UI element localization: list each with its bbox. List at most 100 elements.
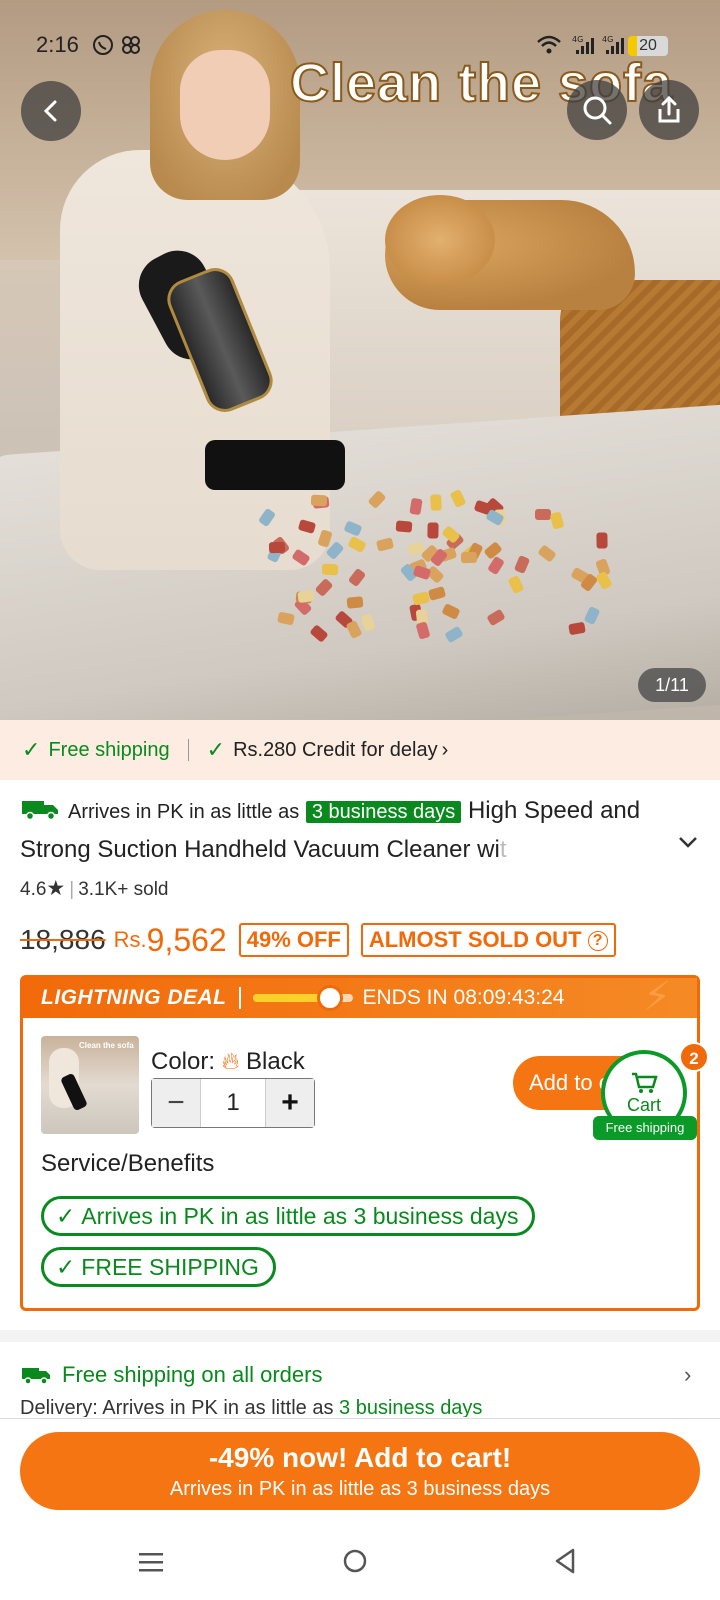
image-crumb	[426, 522, 439, 539]
stock-badge[interactable]: ALMOST SOLD OUT ?	[360, 923, 616, 957]
quantity-value[interactable]: 1	[200, 1079, 266, 1127]
image-crumb	[297, 519, 317, 535]
search-button[interactable]	[567, 80, 627, 140]
image-crumb	[347, 536, 368, 554]
image-crumb	[595, 571, 613, 591]
clock-icon	[316, 985, 343, 1011]
image-crumb	[310, 494, 327, 507]
deal-divider	[238, 987, 241, 1009]
truck-icon	[22, 801, 58, 821]
chevron-right-icon: ›	[441, 738, 449, 761]
chevron-left-icon	[43, 100, 57, 122]
decrease-button[interactable]: −	[152, 1079, 200, 1127]
arrives-prefix: Arrives in PK in as little as	[68, 801, 300, 823]
home-icon[interactable]	[342, 1548, 368, 1582]
image-crumb	[534, 509, 551, 521]
image-crumb	[429, 494, 442, 512]
free-shipping-row[interactable]: Free shipping on all orders ›	[20, 1362, 700, 1388]
strip-divider	[187, 739, 189, 761]
cta-subtitle: Arrives in PK in as little as 3 business…	[169, 1478, 551, 1500]
discount-badge: 49% OFF	[238, 923, 349, 957]
lightning-icon: ⚡	[643, 975, 672, 1019]
image-page-indicator: 1/11	[638, 668, 706, 702]
business-days-badge: 3 business days	[305, 801, 462, 823]
cart-count-badge: 2	[679, 1042, 709, 1072]
free-shipping-label: Free shipping	[48, 738, 170, 761]
image-crumb	[343, 520, 363, 537]
image-crumb	[444, 625, 464, 643]
flame-icon: 🔥︎	[221, 1048, 240, 1075]
image-crumb	[449, 489, 467, 509]
image-crumb	[427, 586, 447, 602]
pinwheel-icon	[120, 34, 142, 62]
increase-button[interactable]: +	[266, 1079, 314, 1127]
check-icon: ✓	[56, 1202, 76, 1229]
cart-label: Cart	[626, 1094, 661, 1115]
check-icon: ✓	[206, 737, 226, 762]
rating-divider: |	[69, 879, 75, 900]
signal-icon-2: 4G	[602, 34, 626, 62]
image-crumb	[309, 624, 329, 643]
thumb-caption: Clean the sofa	[79, 1041, 134, 1050]
whatsapp-icon	[92, 34, 114, 62]
shipping-strip[interactable]: ✓ Free shipping ✓ Rs.280 Credit for dela…	[0, 720, 720, 780]
image-crumb	[291, 548, 312, 567]
color-value: Black	[246, 1048, 305, 1075]
expand-title-button[interactable]	[678, 832, 698, 855]
image-crumbs	[250, 489, 630, 650]
quantity-stepper: − 1 +	[151, 1078, 315, 1128]
image-crumb	[346, 596, 364, 610]
deal-progress-bar	[252, 985, 353, 1011]
image-woman-face	[180, 50, 270, 160]
image-crumb	[513, 554, 530, 574]
image-crumb	[568, 621, 587, 636]
system-nav-bar	[0, 1530, 720, 1600]
svg-text:4G: 4G	[602, 35, 613, 44]
image-crumb	[268, 541, 285, 553]
old-price: 18,886	[20, 924, 106, 955]
image-crumb	[317, 528, 333, 548]
image-cat-head	[385, 195, 495, 285]
image-crumb	[276, 611, 295, 626]
image-crumb	[415, 621, 431, 641]
delivery-days: 3 business days	[339, 1397, 483, 1417]
image-crumb	[486, 608, 506, 627]
search-icon	[583, 96, 612, 125]
svg-text:4G: 4G	[572, 35, 583, 44]
back-button[interactable]	[21, 81, 81, 141]
menu-icon[interactable]	[138, 1548, 164, 1582]
image-crumb	[583, 606, 601, 626]
chevron-down-icon	[679, 837, 697, 848]
deal-countdown: ENDS IN 08:09:43:24	[362, 986, 565, 1009]
stock-label: ALMOST SOLD OUT	[368, 927, 582, 952]
price-row: 18,886 Rs. 9,562 49% OFF ALMOST SOLD OUT…	[20, 918, 616, 962]
color-selector[interactable]: Color: 🔥︎ Black	[151, 1048, 305, 1076]
product-page: Clean the sofa 2:16 4G 4G 20 1/11 ✓ Free…	[0, 0, 720, 1600]
star-icon: ★	[46, 877, 66, 900]
share-button[interactable]	[639, 80, 699, 140]
variant-thumbnail[interactable]: Clean the sofa	[41, 1036, 139, 1134]
help-icon: ?	[587, 931, 608, 951]
image-crumb	[314, 577, 334, 598]
image-crumb	[297, 590, 315, 604]
back-nav-icon[interactable]	[554, 1548, 576, 1582]
image-crumb	[411, 591, 430, 607]
bottom-divider	[0, 1418, 720, 1419]
image-crumb	[345, 619, 363, 639]
benefit-arrival: ✓ Arrives in PK in as little as 3 busine…	[41, 1196, 536, 1236]
image-crumb	[441, 603, 461, 621]
image-crumb	[348, 567, 367, 588]
benefit-free-shipping: ✓ FREE SHIPPING	[41, 1247, 276, 1287]
product-title[interactable]: Arrives in PK in as little as 3 business…	[20, 792, 680, 868]
image-crumb	[375, 537, 394, 552]
image-vacuum-nozzle	[205, 440, 345, 490]
chevron-right-icon: ›	[684, 1362, 692, 1387]
delivery-label: Delivery:	[20, 1397, 98, 1417]
rating-row[interactable]: 4.6★ | 3.1K+ sold	[20, 876, 169, 901]
add-to-cart-cta[interactable]: -49% now! Add to cart! Arrives in PK in …	[20, 1432, 700, 1510]
free-shipping-title: Free shipping on all orders	[62, 1362, 323, 1387]
delivery-text: Arrives in PK in as little as	[102, 1397, 334, 1417]
image-crumb	[257, 507, 276, 527]
cta-title: -49% now! Add to cart!	[208, 1442, 512, 1473]
truck-icon	[22, 1368, 50, 1385]
